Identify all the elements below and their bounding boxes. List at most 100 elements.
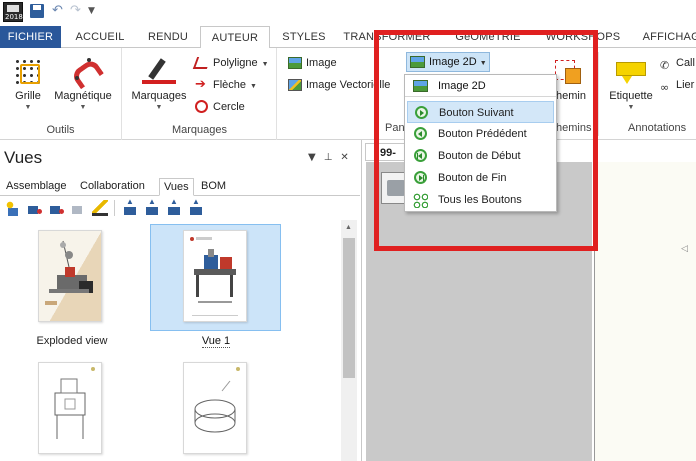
views-gallery: Exploded view Vue 1 [0, 220, 340, 461]
group-divider [598, 52, 599, 136]
grid-icon [14, 58, 42, 86]
update-view-icon[interactable] [48, 200, 64, 216]
image-2d-icon [410, 56, 425, 68]
move-top-icon[interactable] [122, 197, 138, 216]
cercle-button[interactable]: Cercle [193, 98, 245, 116]
document-tab[interactable]: 99-04 [365, 143, 409, 161]
fleche-button[interactable]: ➔ Flèche ▼ [193, 76, 257, 94]
grille-button[interactable]: Grille ▼ [8, 52, 48, 111]
panel-menu-icon[interactable]: ▼ [308, 152, 316, 163]
callout-icon: ✆ [660, 59, 670, 72]
move-bottom-icon[interactable] [188, 197, 204, 216]
views-toolbar [0, 197, 360, 218]
group-label-outils: Outils [46, 124, 75, 136]
all-buttons-icon [413, 193, 428, 208]
ribbon: Grille ▼ Magnétique ▼ Outils Marquages ▼… [0, 48, 696, 140]
vector-image-icon [288, 79, 302, 91]
redo-icon[interactable]: ↷ [70, 3, 81, 18]
subtab-vues[interactable]: Vues [159, 178, 194, 196]
etiquette-button[interactable]: Etiquette ▼ [604, 52, 658, 111]
next-button-icon [415, 106, 428, 119]
link-icon: ∞ [660, 81, 670, 94]
delete-view-icon[interactable] [70, 200, 86, 216]
dropdown-item-bouton-fin[interactable]: Bouton de Fin [407, 167, 554, 189]
views-scrollbar[interactable]: ▲ [341, 220, 357, 461]
undo-icon[interactable]: ↶ [52, 3, 63, 18]
vue1-image [190, 237, 238, 316]
link-button[interactable]: ∞ Lier [658, 76, 694, 94]
dropdown-item-bouton-debut[interactable]: Bouton de Début [407, 145, 554, 167]
circle-icon [195, 100, 208, 113]
callout-button[interactable]: ✆ Call [658, 54, 695, 72]
first-button-icon [414, 149, 427, 162]
scrollbar-thumb[interactable] [343, 238, 355, 378]
image-vectorielle-button[interactable]: Image Vectorielle [286, 76, 390, 94]
magnetique-button[interactable]: Magnétique ▼ [50, 52, 116, 111]
tab-auteur[interactable]: AUTEUR [200, 26, 270, 49]
image-icon [288, 57, 302, 69]
dropdown-item-bouton-suivant[interactable]: Bouton Suivant [407, 101, 554, 123]
view-label-exploded: Exploded view [36, 335, 108, 347]
label-icon [616, 58, 646, 86]
canvas-page[interactable]: ◁ [594, 162, 696, 461]
new-view-icon[interactable] [4, 200, 20, 216]
move-down-icon[interactable] [166, 197, 182, 216]
view-4-image [194, 367, 240, 433]
tab-affichage[interactable]: AFFICHAGE [640, 26, 696, 48]
panel-controls: ▼ ⊥ ✕ [308, 152, 357, 163]
dropdown-item-bouton-precedent[interactable]: Bouton Prédédent [407, 123, 554, 145]
save-icon[interactable] [30, 4, 44, 18]
tab-geometrie[interactable]: GéOMéTRIE [448, 26, 528, 48]
tab-accueil[interactable]: ACCUEIL [70, 26, 130, 48]
move-up-icon[interactable] [144, 197, 160, 216]
view-thumbnail-vue1[interactable] [183, 230, 247, 322]
view-3-image [54, 367, 95, 439]
polyline-icon [192, 57, 212, 69]
quick-access-toolbar: 2018 ↶ ↷ ▼ [0, 0, 696, 26]
previous-button-icon [414, 127, 427, 140]
subtab-collaboration[interactable]: Collaboration [76, 178, 149, 196]
view-thumbnail-3[interactable] [38, 362, 102, 454]
customize-toolbar-icon[interactable]: ▼ [88, 6, 95, 16]
pen-icon [140, 58, 178, 86]
subtab-bom[interactable]: BOM [197, 178, 230, 196]
capture-view-icon[interactable] [26, 200, 42, 216]
chemin-button-label[interactable]: hemin [556, 90, 586, 102]
marquages-button[interactable]: Marquages ▼ [127, 52, 191, 111]
tab-fichier[interactable]: FICHIER [0, 26, 61, 48]
exploded-view-image [45, 240, 93, 305]
collapse-arrow-icon[interactable]: ◁ [681, 244, 688, 254]
tab-workshops[interactable]: WORKSHOPS [538, 26, 628, 48]
dropdown-item-image-2d[interactable]: Image 2D [405, 75, 556, 97]
chemin-icon[interactable] [553, 58, 583, 88]
close-icon[interactable]: ✕ [340, 152, 348, 163]
dropdown-item-tous-boutons[interactable]: Tous les Boutons [407, 189, 554, 211]
paint-icon[interactable] [92, 200, 108, 216]
image-button[interactable]: Image [286, 54, 337, 72]
tab-transformer[interactable]: TRANSFORMER [342, 26, 432, 48]
view-thumbnail-exploded[interactable] [38, 230, 102, 322]
group-label-annotations: Annotations [628, 122, 687, 134]
view-label-vue1: Vue 1 [201, 335, 231, 348]
last-button-icon [414, 171, 427, 184]
panel-subtabs: Assemblage Collaboration Vues BOM [0, 178, 360, 196]
group-marquages: Marquages ▼ Polyligne ▼ ➔ Flèche ▼ Cercle M… [123, 48, 277, 140]
panel-title: Vues [4, 148, 43, 167]
view-thumbnail-4[interactable] [183, 362, 247, 454]
magnet-icon [69, 58, 97, 86]
tab-styles[interactable]: STYLES [276, 26, 332, 48]
pin-icon[interactable]: ⊥ [324, 152, 333, 163]
tab-rendu[interactable]: RENDU [140, 26, 196, 48]
group-outils: Grille ▼ Magnétique ▼ Outils [0, 48, 122, 140]
image-2d-dropdown-menu: Image 2D Bouton Suivant Bouton Prédédent… [404, 74, 557, 212]
subtab-assemblage[interactable]: Assemblage [2, 178, 71, 196]
image-2d-button[interactable]: Image 2D ▼ [406, 52, 490, 72]
group-images: Image Image Vectorielle [278, 48, 396, 140]
arrow-icon: ➔ [195, 77, 206, 92]
toolbar-separator [114, 200, 115, 216]
polyligne-button[interactable]: Polyligne ▼ [192, 54, 269, 72]
ribbon-tabs: FICHIER ACCUEIL RENDU AUTEUR STYLES TRAN… [0, 26, 696, 49]
app-icon[interactable]: 2018 [3, 2, 23, 22]
scroll-up-icon[interactable]: ▲ [345, 224, 352, 231]
group-label-marquages: Marquages [171, 124, 228, 136]
